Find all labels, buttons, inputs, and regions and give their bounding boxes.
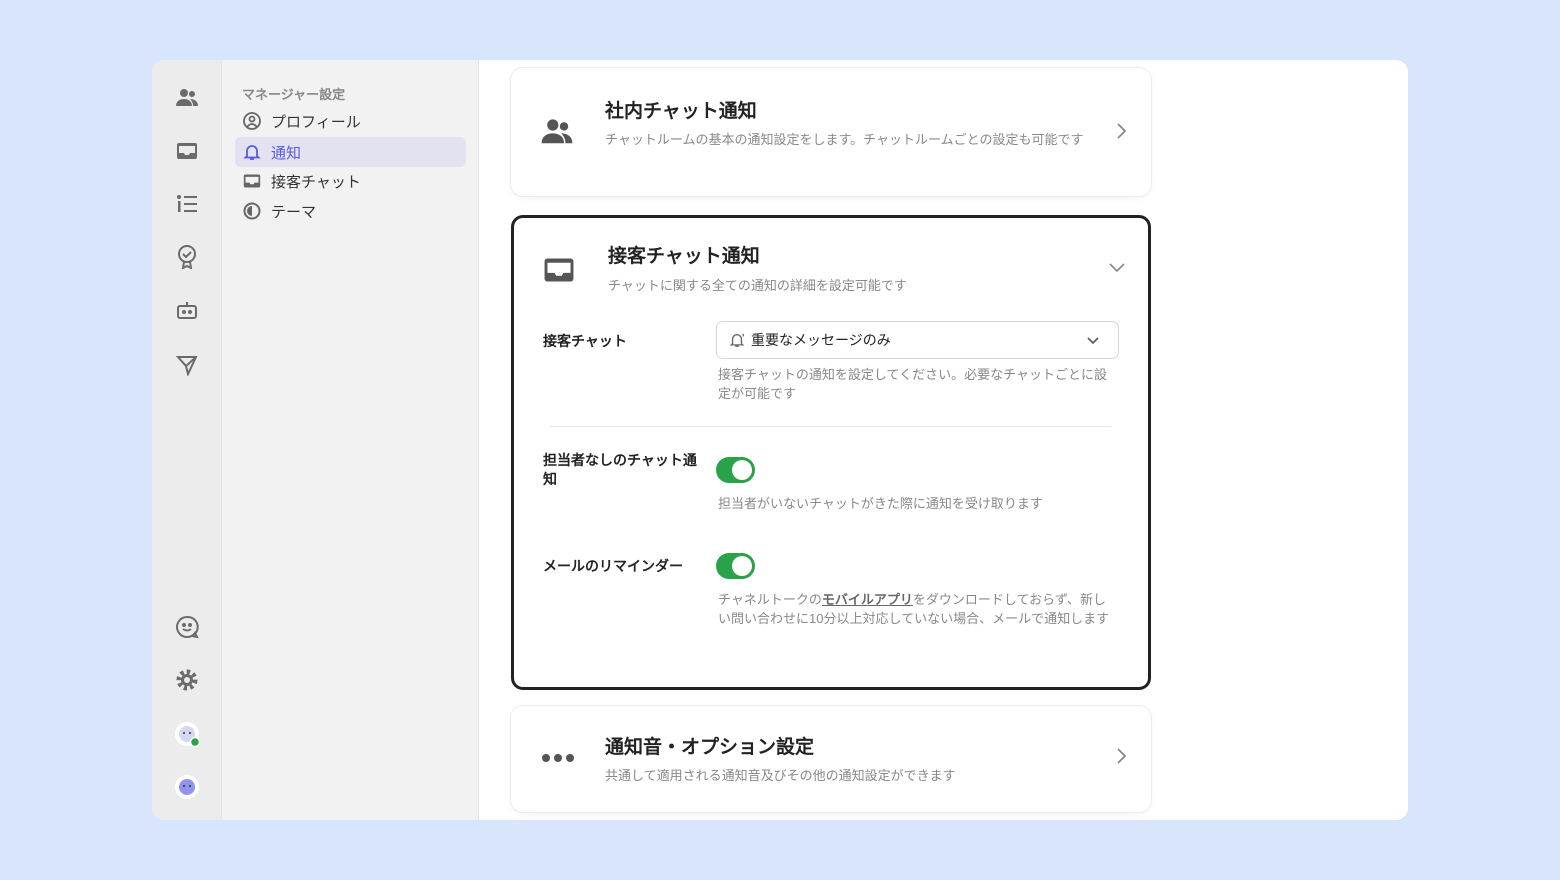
unassigned-label: 担当者なしのチャット通知 <box>543 452 697 487</box>
sidebar-item-theme[interactable]: テーマ <box>235 196 466 226</box>
sidebar-header: マネージャー設定 <box>242 87 346 102</box>
sound-options-card[interactable]: 通知音・オプション設定 共通して適用される通知音及びその他の通知設定ができます <box>511 706 1151 812</box>
app-window: マネージャー設定 プロフィール 通知 接客チャット テーマ 社内チャット通知 チ… <box>152 60 1408 820</box>
chevron-right-icon <box>1117 748 1127 764</box>
sidebar-item-label: 接客チャット <box>271 173 361 191</box>
sidebar-item-customer-chat[interactable]: 接客チャット <box>235 166 466 196</box>
chat-bubble-icon[interactable] <box>173 613 201 641</box>
theme-icon <box>243 202 261 220</box>
select-value: 重要なメッセージのみ <box>751 332 891 348</box>
sidebar-item-label: テーマ <box>271 203 317 221</box>
sidebar-item-label: 通知 <box>271 144 302 162</box>
card-description: チャットルームの基本の通知設定をします。チャットルームごとの設定も可能です <box>605 132 1084 147</box>
inbox-icon <box>544 258 574 282</box>
chevron-down-icon <box>1087 337 1099 345</box>
bot-icon[interactable] <box>173 296 201 324</box>
card-description: チャットに関する全ての通知の詳細を設定可能です <box>608 278 907 293</box>
list-icon[interactable] <box>173 190 201 218</box>
reminder-help: チャネルトークのモバイルアプリをダウンロードしておらず、新しい問い合わせに10分… <box>718 590 1113 628</box>
card-title: 社内チャット通知 <box>605 101 757 122</box>
bell-icon <box>243 145 261 160</box>
inbox-icon[interactable] <box>173 137 201 165</box>
gear-icon[interactable] <box>173 666 201 694</box>
more-icon <box>542 754 574 762</box>
customer-chat-label: 接客チャット <box>543 333 627 349</box>
badge-icon[interactable] <box>173 243 201 271</box>
card-description: 共通して適用される通知音及びその他の通知設定ができます <box>605 768 956 783</box>
unassigned-toggle[interactable] <box>716 457 755 483</box>
customer-chat-select[interactable]: 重要なメッセージのみ <box>716 321 1119 359</box>
sidebar-item-notifications[interactable]: 通知 <box>235 137 466 167</box>
bell-alert-icon <box>729 333 745 347</box>
chevron-right-icon <box>1117 123 1127 139</box>
customer-chat-help: 接客チャットの通知を設定してください。必要なチャットごとに設定が可能です <box>718 367 1107 401</box>
sidebar-item-label: プロフィール <box>271 113 361 131</box>
team-icon[interactable] <box>173 84 201 112</box>
settings-sidebar: マネージャー設定 プロフィール 通知 接客チャット テーマ <box>222 60 479 820</box>
divider <box>549 426 1111 427</box>
user-circle-icon <box>243 112 261 130</box>
reminder-label: メールのリマインダー <box>543 558 683 574</box>
reminder-toggle[interactable] <box>716 553 755 579</box>
channel-avatar[interactable] <box>173 773 201 801</box>
mobile-app-link[interactable]: モバイルアプリ <box>822 592 913 607</box>
team-chat-notification-card[interactable]: 社内チャット通知 チャットルームの基本の通知設定をします。チャットルームごとの設… <box>511 68 1151 196</box>
help-text: チャネルトークの <box>718 592 822 607</box>
sidebar-item-profile[interactable]: プロフィール <box>235 106 466 136</box>
send-icon[interactable] <box>173 351 201 379</box>
card-title: 通知音・オプション設定 <box>605 737 815 758</box>
inbox-icon <box>243 174 261 188</box>
customer-chat-notification-card: 接客チャット通知 チャットに関する全ての通知の詳細を設定可能です 接客チャット … <box>511 215 1151 690</box>
unassigned-help: 担当者がいないチャットがきた際に通知を受け取ります <box>718 496 1043 511</box>
chevron-down-icon[interactable] <box>1108 261 1126 273</box>
user-avatar[interactable] <box>173 720 201 748</box>
team-icon <box>541 119 573 144</box>
card-title: 接客チャット通知 <box>608 246 760 267</box>
icon-rail <box>152 60 222 820</box>
